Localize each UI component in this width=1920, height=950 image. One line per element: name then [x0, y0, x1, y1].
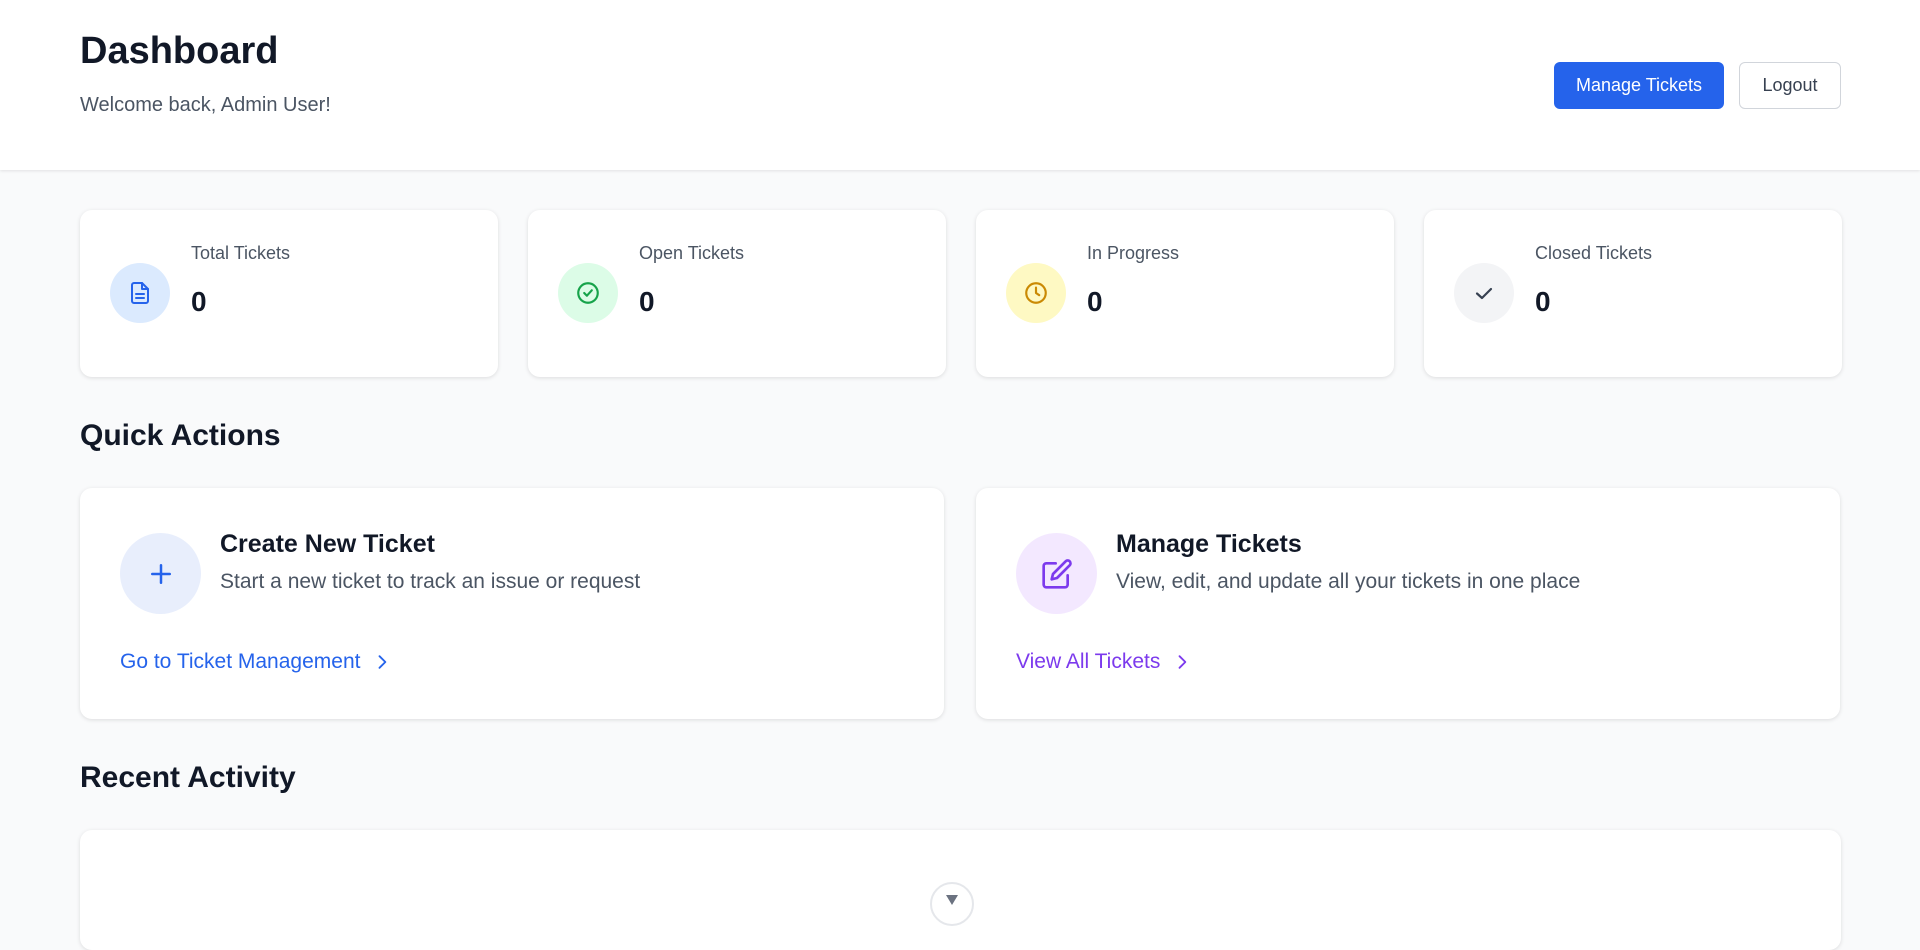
check-icon — [1454, 263, 1514, 323]
page-title: Dashboard — [80, 30, 279, 72]
action-description: Start a new ticket to track an issue or … — [220, 570, 641, 593]
welcome-message: Welcome back, Admin User! — [80, 94, 331, 116]
stat-label: Total Tickets — [191, 243, 291, 263]
stat-label: Open Tickets — [639, 243, 745, 263]
action-title: Manage Tickets — [1116, 530, 1302, 558]
stat-card-total: Total Tickets 0 — [80, 210, 498, 377]
stat-value: 0 — [191, 286, 207, 317]
manage-tickets-card[interactable]: Manage Tickets View, edit, and update al… — [976, 488, 1840, 719]
action-title: Create New Ticket — [220, 530, 435, 558]
ticket-management-link[interactable]: Go to Ticket Management — [120, 650, 392, 674]
link-label: Go to Ticket Management — [120, 650, 361, 673]
action-description: View, edit, and update all your tickets … — [1116, 570, 1581, 593]
logout-button[interactable]: Logout — [1739, 62, 1841, 109]
create-ticket-card[interactable]: Create New Ticket Start a new ticket to … — [80, 488, 944, 719]
plus-icon — [120, 533, 201, 614]
page-header: Dashboard Welcome back, Admin User! Mana… — [0, 0, 1920, 170]
edit-icon — [1016, 533, 1097, 614]
stat-value: 0 — [1087, 286, 1103, 317]
stat-value: 0 — [639, 286, 655, 317]
stat-card-open: Open Tickets 0 — [528, 210, 946, 377]
stat-label: In Progress — [1087, 243, 1180, 263]
stat-card-closed: Closed Tickets 0 — [1424, 210, 1842, 377]
chevron-right-icon — [379, 655, 387, 669]
check-circle-icon — [558, 263, 618, 323]
stat-card-in-progress: In Progress 0 — [976, 210, 1394, 377]
chevron-right-icon — [1178, 655, 1187, 669]
recent-activity-heading: Recent Activity — [80, 761, 296, 794]
stat-label: Closed Tickets — [1535, 243, 1653, 263]
document-icon — [110, 263, 170, 323]
link-label: View All Tickets — [1016, 650, 1161, 673]
view-all-tickets-link[interactable]: View All Tickets — [1016, 650, 1192, 674]
clock-icon — [1006, 263, 1066, 323]
stat-value: 0 — [1535, 286, 1551, 317]
loading-spinner-icon — [930, 882, 974, 926]
manage-tickets-button[interactable]: Manage Tickets — [1554, 62, 1724, 109]
quick-actions-heading: Quick Actions — [80, 419, 281, 452]
